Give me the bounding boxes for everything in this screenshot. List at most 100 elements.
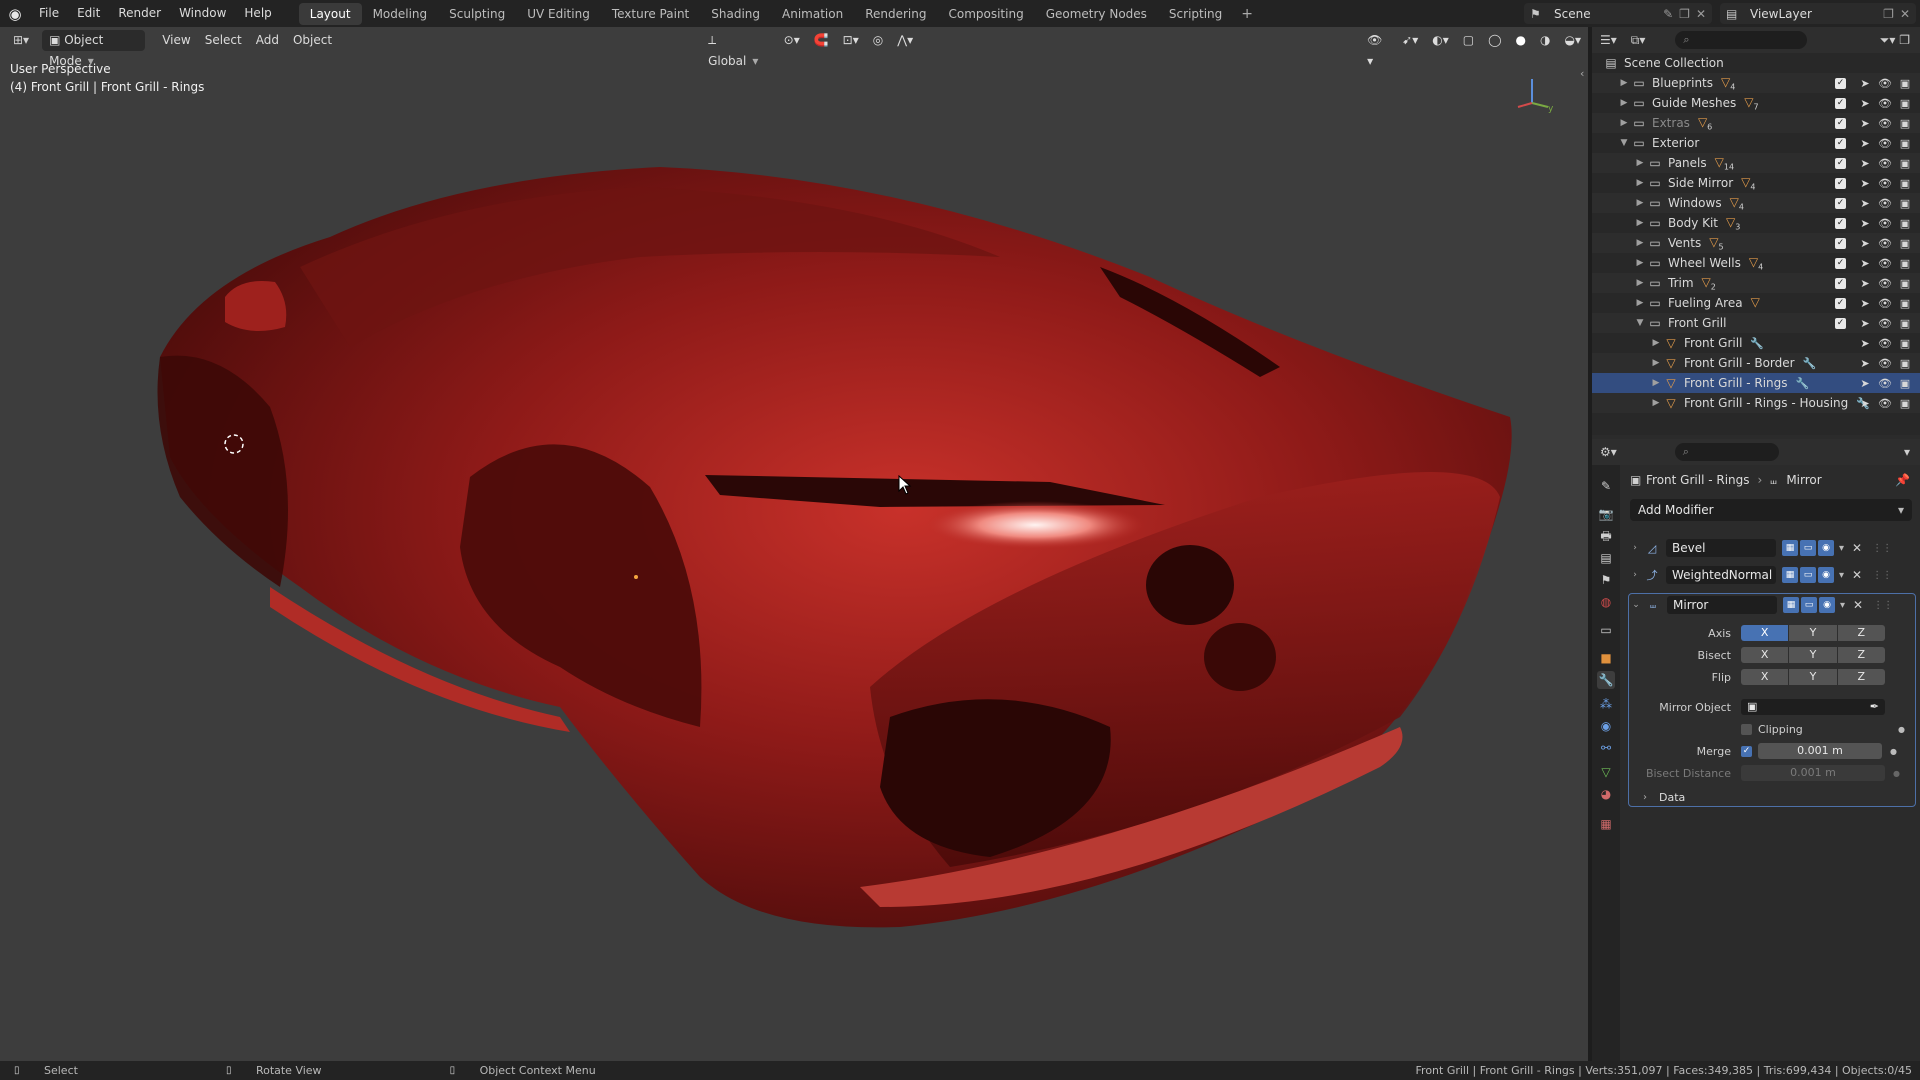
exclude-checkbox[interactable]: ✓ — [1835, 77, 1846, 89]
select-toggle-icon[interactable]: ➤ — [1858, 97, 1872, 110]
gizmo-icon[interactable]: ➹▾ — [1395, 30, 1425, 51]
outliner-collection-row[interactable]: ▶ ▭ Guide Meshes ▽7 ✓ ➤ 👁 ▣ — [1592, 93, 1920, 113]
data-subpanel[interactable]: › Data — [1643, 788, 1920, 806]
tab-rendering[interactable]: Rendering — [854, 3, 937, 25]
merge-checkbox[interactable]: ✓ — [1741, 745, 1752, 757]
eye-icon[interactable]: 👁 — [1878, 137, 1892, 150]
chevron-down-icon[interactable]: ▾ — [1840, 600, 1845, 611]
eye-icon[interactable]: 👁 — [1878, 217, 1892, 230]
outliner-object-row[interactable]: ▶ ▽ Front Grill - Rings 🔧 ➤ 👁 ▣ — [1592, 373, 1920, 393]
particles-tab-icon[interactable]: ⁂ — [1597, 695, 1615, 713]
tab-compositing[interactable]: Compositing — [937, 3, 1034, 25]
camera-icon[interactable]: ▣ — [1898, 217, 1912, 230]
tab-scripting[interactable]: Scripting — [1158, 3, 1233, 25]
camera-icon[interactable]: ▣ — [1898, 397, 1912, 410]
camera-icon[interactable]: ▣ — [1898, 177, 1912, 190]
exclude-checkbox[interactable]: ✓ — [1835, 277, 1846, 289]
outliner-editor-icon[interactable]: ☰▾ — [1600, 33, 1617, 47]
chevron-down-icon[interactable]: ▾ — [1839, 570, 1844, 581]
tab-uv-editing[interactable]: UV Editing — [516, 3, 601, 25]
mirror-object-field[interactable]: ▣ ✒ — [1741, 699, 1885, 715]
eye-icon[interactable]: 👁 — [1878, 177, 1892, 190]
world-tab-icon[interactable]: ◍ — [1597, 593, 1615, 611]
outliner-scene-collection[interactable]: ▤ Scene Collection — [1592, 53, 1920, 73]
view-layer-selector[interactable]: ▤ ViewLayer ❐ ✕ — [1720, 3, 1916, 24]
solid-shading-icon[interactable]: ● — [1509, 30, 1533, 51]
mode-dropdown[interactable]: ▣ Object Mode ▾ — [42, 30, 146, 68]
xray-icon[interactable]: ▢ — [1456, 30, 1481, 51]
keyframe-dot-icon[interactable]: ● — [1898, 725, 1905, 734]
eye-icon[interactable]: 👁 — [1878, 257, 1892, 270]
eye-icon[interactable]: 👁 — [1878, 237, 1892, 250]
drag-handle-icon[interactable]: ⋮⋮ — [1872, 570, 1892, 581]
exclude-checkbox[interactable]: ✓ — [1835, 177, 1846, 189]
visibility-icon[interactable]: 👁▾ — [1360, 30, 1395, 68]
select-toggle-icon[interactable]: ➤ — [1858, 157, 1872, 170]
tab-shading[interactable]: Shading — [700, 3, 771, 25]
eye-icon[interactable]: 👁 — [1878, 157, 1892, 170]
exclude-checkbox[interactable]: ✓ — [1835, 297, 1846, 309]
collapse-arrow-icon[interactable]: ⌄ — [1629, 600, 1643, 610]
properties-search-input[interactable]: ⌕ — [1674, 443, 1779, 461]
pin-icon[interactable]: ✎ — [1663, 7, 1673, 21]
material-tab-icon[interactable]: ◕ — [1597, 785, 1615, 803]
close-icon[interactable]: ✕ — [1852, 568, 1862, 582]
eye-icon[interactable]: 👁 — [1878, 97, 1892, 110]
drag-handle-icon[interactable]: ⋮⋮ — [1873, 600, 1893, 611]
eye-icon[interactable]: 👁 — [1878, 337, 1892, 350]
camera-icon[interactable]: ▣ — [1898, 137, 1912, 150]
navigation-gizmo[interactable]: y — [1500, 67, 1560, 127]
edit-mode-toggle-icon[interactable]: ▦ — [1782, 567, 1798, 583]
tab-sculpting[interactable]: Sculpting — [438, 3, 516, 25]
exclude-checkbox[interactable]: ✓ — [1835, 217, 1846, 229]
modifier-name-field[interactable]: Mirror — [1667, 596, 1777, 614]
menu-window[interactable]: Window — [170, 0, 235, 27]
exclude-checkbox[interactable]: ✓ — [1835, 157, 1846, 169]
exclude-checkbox[interactable]: ✓ — [1835, 317, 1846, 329]
outliner-collection-row[interactable]: ▼ ▭ Front Grill ✓ ➤ 👁 ▣ — [1592, 313, 1920, 333]
select-toggle-icon[interactable]: ➤ — [1858, 117, 1872, 130]
camera-icon[interactable]: ▣ — [1898, 277, 1912, 290]
menu-view[interactable]: View — [155, 30, 197, 51]
select-toggle-icon[interactable]: ➤ — [1858, 357, 1872, 370]
expand-arrow-icon[interactable]: ▶ — [1650, 378, 1662, 388]
close-icon[interactable]: ✕ — [1853, 598, 1863, 612]
collection-tab-icon[interactable]: ▭ — [1597, 621, 1615, 639]
modifier-name-field[interactable]: WeightedNormal — [1666, 566, 1776, 584]
camera-icon[interactable]: ▣ — [1898, 237, 1912, 250]
expand-arrow-icon[interactable]: ▶ — [1618, 78, 1630, 88]
select-toggle-icon[interactable]: ➤ — [1858, 277, 1872, 290]
render-toggle-icon[interactable]: ◉ — [1818, 540, 1834, 556]
camera-icon[interactable]: ▣ — [1898, 97, 1912, 110]
outliner-collection-row[interactable]: ▶ ▭ Windows ▽4 ✓ ➤ 👁 ▣ — [1592, 193, 1920, 213]
menu-add[interactable]: Add — [249, 30, 286, 51]
snap-target-icon[interactable]: ⊡▾ — [836, 30, 866, 51]
chevron-down-icon[interactable]: ▾ — [1839, 543, 1844, 554]
blender-logo-icon[interactable]: ◉ — [0, 0, 30, 27]
drag-handle-icon[interactable]: ⋮⋮ — [1872, 543, 1892, 554]
delete-scene-icon[interactable]: ✕ — [1696, 7, 1706, 21]
outliner-object-row[interactable]: ▶ ▽ Front Grill - Rings - Housing 🔧 ➤ 👁 ▣ — [1592, 393, 1920, 413]
modifier-mirror[interactable]: ⌄ ⧢ Mirror ▦ ▭ ◉ ▾ ✕ ⋮⋮ — [1629, 594, 1917, 616]
outliner-search-input[interactable]: ⌕ — [1675, 31, 1808, 49]
menu-render[interactable]: Render — [109, 0, 170, 27]
bisect-x-toggle[interactable]: X — [1741, 647, 1789, 663]
material-shading-icon[interactable]: ◑ — [1533, 30, 1557, 51]
menu-select[interactable]: Select — [198, 30, 249, 51]
render-toggle-icon[interactable]: ◉ — [1818, 567, 1834, 583]
outliner-collection-row[interactable]: ▶ ▭ Wheel Wells ▽4 ✓ ➤ 👁 ▣ — [1592, 253, 1920, 273]
camera-icon[interactable]: ▣ — [1898, 197, 1912, 210]
outliner-collection-row[interactable]: ▶ ▭ Blueprints ▽4 ✓ ➤ 👁 ▣ — [1592, 73, 1920, 93]
outliner-collection-row[interactable]: ▶ ▭ Extras ▽6 ✓ ➤ 👁 ▣ — [1592, 113, 1920, 133]
eye-icon[interactable]: 👁 — [1878, 77, 1892, 90]
eye-icon[interactable]: 👁 — [1878, 357, 1892, 370]
physics-tab-icon[interactable]: ◉ — [1597, 717, 1615, 735]
snap-icon[interactable]: 🧲 — [807, 30, 836, 51]
add-workspace-icon[interactable]: + — [1233, 6, 1261, 22]
camera-icon[interactable]: ▣ — [1898, 257, 1912, 270]
outliner-collection-row[interactable]: ▶ ▭ Panels ▽14 ✓ ➤ 👁 ▣ — [1592, 153, 1920, 173]
bisect-distance-field[interactable]: 0.001 m — [1741, 765, 1885, 781]
eye-icon[interactable]: 👁 — [1878, 397, 1892, 410]
outliner-collection-row[interactable]: ▶ ▭ Side Mirror ▽4 ✓ ➤ 👁 ▣ — [1592, 173, 1920, 193]
new-scene-icon[interactable]: ❐ — [1679, 7, 1690, 21]
